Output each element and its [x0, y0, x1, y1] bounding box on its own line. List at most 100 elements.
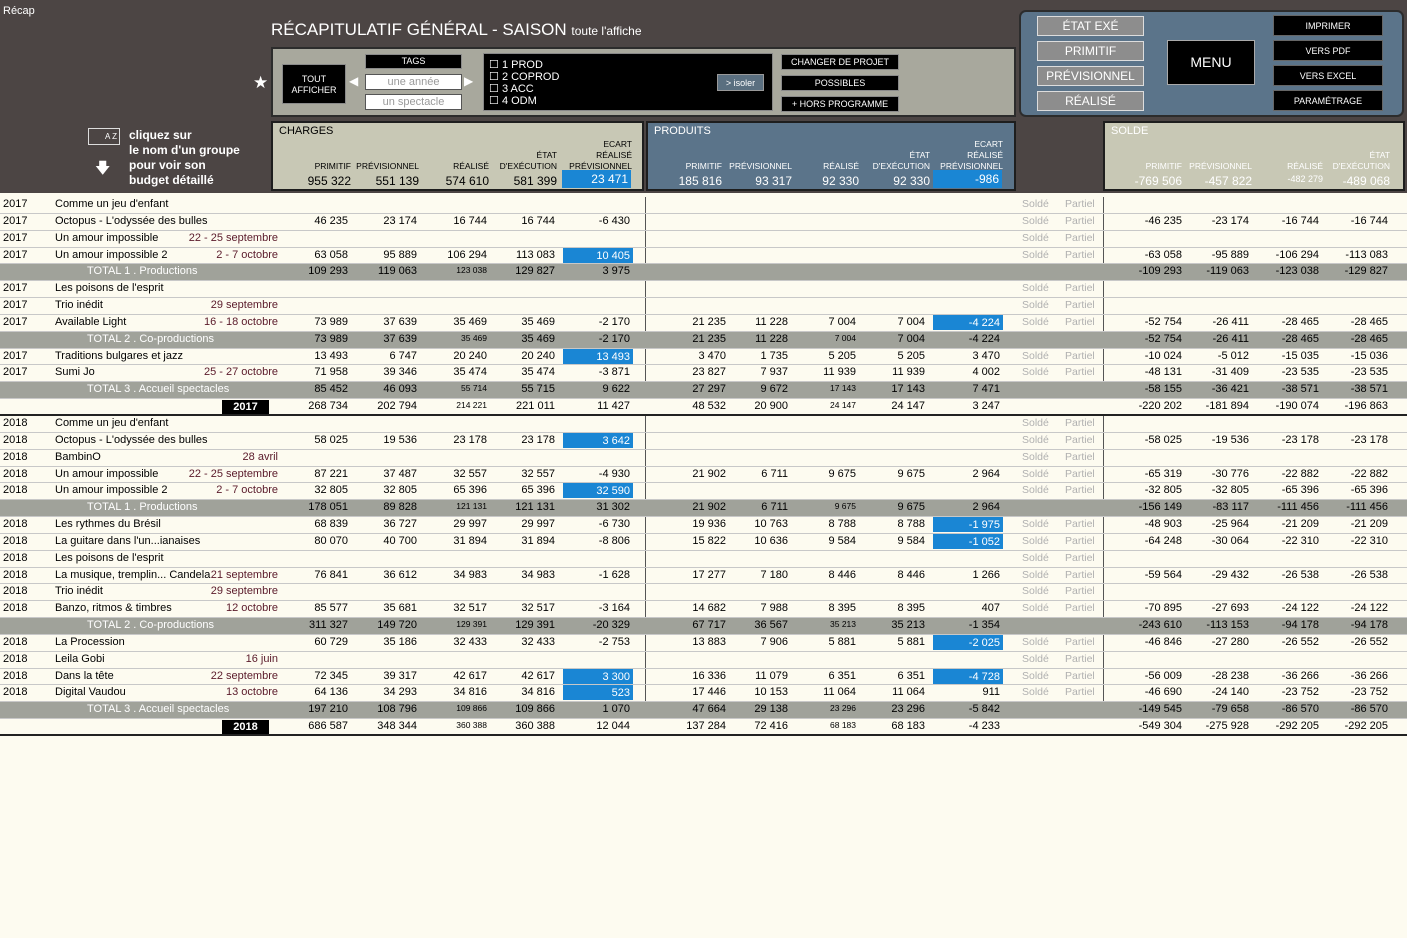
menu-button[interactable]: MENU — [1167, 40, 1255, 85]
show-name[interactable]: Un amour impossible 2 — [55, 484, 168, 496]
show-name[interactable]: Un amour impossible — [55, 232, 158, 244]
partiel-status[interactable]: Partiel — [1065, 686, 1095, 698]
table-row[interactable]: 2018 La musique, tremplin... Candela 21 se… — [0, 568, 1407, 585]
table-row[interactable]: 2018 Leila Gobi 16 juin Soldé Partiel — [0, 652, 1407, 669]
table-row[interactable]: 2017 Sumi Jo 25 - 27 octobre Soldé Partiel 71… — [0, 365, 1407, 383]
year-field[interactable]: une année — [365, 74, 462, 90]
table-row[interactable]: 2017 Available Light 16 - 18 octobre Soldé P… — [0, 314, 1407, 332]
show-name[interactable]: Digital Vaudou — [55, 686, 126, 698]
partiel-status[interactable]: Partiel — [1065, 249, 1095, 261]
partiel-status[interactable]: Partiel — [1065, 484, 1095, 496]
show-name[interactable]: Les rythmes du Brésil — [55, 518, 161, 530]
cat-3[interactable]: ☐ 3 ACC — [489, 83, 559, 95]
total-label[interactable]: TOTAL 3 . Accueil spectacles — [87, 703, 229, 715]
cat-4[interactable]: ☐ 4 ODM — [489, 95, 559, 107]
table-row[interactable]: 2017 Trio inédit 29 septembre Soldé Partiel — [0, 298, 1407, 315]
partiel-status[interactable]: Partiel — [1065, 585, 1095, 597]
partiel-status[interactable]: Partiel — [1065, 653, 1095, 665]
table-row[interactable]: 2018 Un amour impossible 22 - 25 septembre… — [0, 467, 1407, 484]
partiel-status[interactable]: Partiel — [1065, 282, 1095, 294]
partiel-status[interactable]: Partiel — [1065, 670, 1095, 682]
table-row[interactable]: 2018 BambinO 28 avril Soldé Partiel — [0, 450, 1407, 467]
solde-status[interactable]: Soldé — [1022, 602, 1049, 614]
table-row[interactable]: 2017 Un amour impossible 22 - 25 septembre… — [0, 231, 1407, 248]
partiel-status[interactable]: Partiel — [1065, 316, 1095, 328]
table-row[interactable]: 2017 Un amour impossible 2 2 - 7 octobre So… — [0, 247, 1407, 265]
show-name[interactable]: Un amour impossible — [55, 468, 158, 480]
show-name[interactable]: Banzo, ritmos & timbres — [55, 602, 172, 614]
partiel-status[interactable]: Partiel — [1065, 535, 1095, 547]
prev-arrow-icon[interactable]: ◀ — [349, 74, 358, 88]
pdf-button[interactable]: VERS PDF — [1273, 40, 1383, 61]
table-row[interactable]: 2018 Octopus - L'odyssée des bulles Soldé P… — [0, 432, 1407, 450]
solde-status[interactable]: Soldé — [1022, 686, 1049, 698]
off-program-button[interactable]: + HORS PROGRAMME — [781, 96, 899, 112]
show-name[interactable]: Octopus - L'odyssée des bulles — [55, 434, 208, 446]
table-row[interactable]: 2018 Les rythmes du Brésil Soldé Partiel 68 … — [0, 517, 1407, 534]
total-label[interactable]: TOTAL 2 . Co-productions — [87, 333, 214, 345]
next-arrow-icon[interactable]: ▶ — [464, 74, 473, 88]
show-name[interactable]: Comme un jeu d'enfant — [55, 417, 168, 429]
partiel-status[interactable]: Partiel — [1065, 434, 1095, 446]
solde-status[interactable]: Soldé — [1022, 215, 1049, 227]
solde-status[interactable]: Soldé — [1022, 198, 1049, 210]
show-name[interactable]: Octopus - L'odyssée des bulles — [55, 215, 208, 227]
possibles-button[interactable]: POSSIBLES — [781, 75, 899, 91]
total-label[interactable]: TOTAL 1 . Productions — [87, 501, 197, 513]
table-row[interactable]: 2018 Digital Vaudou 13 octobre Soldé Partiel… — [0, 685, 1407, 703]
solde-status[interactable]: Soldé — [1022, 468, 1049, 480]
solde-status[interactable]: Soldé — [1022, 282, 1049, 294]
solde-status[interactable]: Soldé — [1022, 569, 1049, 581]
show-field[interactable]: un spectacle — [365, 94, 462, 110]
checkbox-icon[interactable]: ☐ — [489, 83, 499, 95]
partiel-status[interactable]: Partiel — [1065, 636, 1095, 648]
show-name[interactable]: Traditions bulgares et jazz — [55, 350, 183, 362]
isolate-button[interactable]: > isoler — [717, 74, 764, 91]
table-row[interactable]: 2018 Un amour impossible 2 2 - 7 octobre So… — [0, 483, 1407, 501]
solde-status[interactable]: Soldé — [1022, 552, 1049, 564]
solde-status[interactable]: Soldé — [1022, 366, 1049, 378]
solde-status[interactable]: Soldé — [1022, 417, 1049, 429]
total-label[interactable]: TOTAL 3 . Accueil spectacles — [87, 383, 229, 395]
total-label[interactable]: TOTAL 2 . Co-productions — [87, 619, 214, 631]
show-name[interactable]: Les poisons de l'esprit — [55, 282, 164, 294]
forecast-button[interactable]: PRÉVISIONNEL — [1037, 66, 1144, 86]
solde-status[interactable]: Soldé — [1022, 670, 1049, 682]
table-row[interactable]: 2018 Les poisons de l'esprit Soldé Partiel — [0, 551, 1407, 568]
solde-status[interactable]: Soldé — [1022, 249, 1049, 261]
table-row[interactable]: 2018 Trio inédit 29 septembre Soldé Partiel — [0, 584, 1407, 602]
partiel-status[interactable]: Partiel — [1065, 451, 1095, 463]
checkbox-icon[interactable]: ☐ — [489, 95, 499, 107]
solde-status[interactable]: Soldé — [1022, 299, 1049, 311]
solde-status[interactable]: Soldé — [1022, 518, 1049, 530]
show-name[interactable]: Dans la tête — [55, 670, 114, 682]
solde-status[interactable]: Soldé — [1022, 350, 1049, 362]
partiel-status[interactable]: Partiel — [1065, 215, 1095, 227]
table-row[interactable]: 2017 Traditions bulgares et jazz Soldé Part… — [0, 348, 1407, 366]
partiel-status[interactable]: Partiel — [1065, 602, 1095, 614]
partiel-status[interactable]: Partiel — [1065, 417, 1095, 429]
solde-status[interactable]: Soldé — [1022, 451, 1049, 463]
primitive-button[interactable]: PRIMITIF — [1037, 41, 1144, 61]
print-button[interactable]: IMPRIMER — [1273, 15, 1383, 36]
checkbox-icon[interactable]: ☐ — [489, 71, 499, 83]
show-name[interactable]: Leila Gobi — [55, 653, 105, 665]
table-row[interactable]: 2018 Dans la tête 22 septembre Soldé Partiel… — [0, 668, 1407, 686]
table-row[interactable]: 2017 Les poisons de l'esprit Soldé Partiel — [0, 281, 1407, 299]
table-row[interactable]: 2017 Comme un jeu d'enfant Soldé Partiel — [0, 197, 1407, 214]
show-name[interactable]: Sumi Jo — [55, 366, 95, 378]
solde-status[interactable]: Soldé — [1022, 232, 1049, 244]
partiel-status[interactable]: Partiel — [1065, 198, 1095, 210]
show-name[interactable]: Trio inédit — [55, 585, 103, 597]
show-name[interactable]: BambinO — [55, 451, 101, 463]
cat-2[interactable]: ☐ 2 COPROD — [489, 71, 559, 83]
actual-button[interactable]: RÉALISÉ — [1037, 91, 1144, 111]
show-name[interactable]: Les poisons de l'esprit — [55, 552, 164, 564]
solde-status[interactable]: Soldé — [1022, 316, 1049, 328]
show-all-button[interactable]: TOUT AFFICHER — [282, 64, 346, 104]
partiel-status[interactable]: Partiel — [1065, 552, 1095, 564]
table-row[interactable]: 2018 Banzo, ritmos & timbres 12 octobre Sol… — [0, 601, 1407, 619]
state-exe-button[interactable]: ÉTAT EXÉ — [1037, 16, 1144, 36]
show-name[interactable]: Available Light — [55, 316, 126, 328]
partiel-status[interactable]: Partiel — [1065, 232, 1095, 244]
